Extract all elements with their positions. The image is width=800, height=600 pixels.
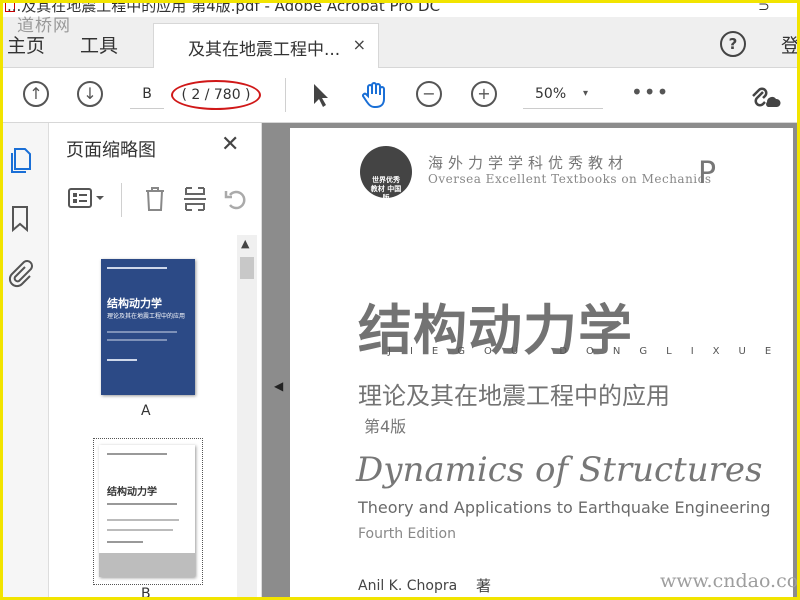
main-toolbar: ↑ ↓ B ( 2 / 780 ) − + 50% ▾ ••• <box>3 68 797 123</box>
series-title-cn: 海外力学学科优秀教材 <box>428 154 629 172</box>
watermark-bottom-right: www.cndao.com <box>660 570 799 592</box>
watermark-top-left: 道桥网 <box>17 16 71 36</box>
thumbnails-scrollbar[interactable]: ▲ <box>237 235 257 597</box>
toolbar-divider <box>285 78 286 112</box>
pages-icon[interactable] <box>9 147 33 175</box>
bookmark-icon[interactable] <box>10 205 30 233</box>
select-arrow-icon[interactable] <box>311 82 331 108</box>
pdf-page: 世界优秀教材 中国版 海外力学学科优秀教材 Oversea Excellent … <box>290 128 793 597</box>
scroll-up-icon[interactable]: ▲ <box>241 237 249 250</box>
tab-document[interactable]: 及其在地震工程中... × <box>153 23 379 69</box>
previous-page-button[interactable]: ↑ <box>23 81 49 107</box>
series-title-en: Oversea Excellent Textbooks on Mechanics <box>428 172 712 186</box>
thumbnails-toolbar-divider <box>121 183 122 217</box>
rotate-page-icon[interactable] <box>223 185 249 213</box>
attachment-icon[interactable] <box>7 259 33 289</box>
thumbnail-subtitle: 理论及其在地震工程中的应用 <box>107 313 186 320</box>
thumbnails-toolbar <box>63 181 246 217</box>
zoom-out-button[interactable]: − <box>416 81 442 107</box>
author-suffix: 著 <box>476 577 492 595</box>
thumbnail-text-line <box>107 519 179 521</box>
share-link-icon[interactable] <box>749 82 781 108</box>
tab-tools[interactable]: 工具 <box>80 31 118 58</box>
thumbnail-title: 结构动力学 <box>107 297 162 310</box>
thumbnail-header-line <box>107 267 167 269</box>
sign-in-link[interactable]: 登 <box>781 31 797 58</box>
extract-pages-icon[interactable] <box>183 185 207 213</box>
zoom-value: 50% <box>535 86 567 102</box>
thumbnail-text-line <box>107 331 177 333</box>
close-panel-icon[interactable]: ✕ <box>221 132 239 157</box>
logo-text: 世界优秀教材 中国版 <box>370 176 402 202</box>
hand-tool-icon[interactable] <box>360 80 390 110</box>
tab-document-label: 及其在地震工程中... <box>188 40 341 60</box>
zoom-level-select[interactable]: 50% ▾ <box>523 80 603 109</box>
page-thumbnails-panel: 页面缩略图 ✕ ▲ 结构动力学 理论及其在地震工程中的应用 A 结构动力学 B <box>49 123 262 597</box>
thumbnail-header-line <box>107 453 167 455</box>
book-title-pinyin: JIEGOU DONGLIXUE <box>388 346 791 357</box>
series-logo: 世界优秀教材 中国版 <box>360 146 412 202</box>
book-title-en: Dynamics of Structures <box>356 450 763 490</box>
thumbnail-page-b[interactable]: 结构动力学 <box>99 445 195 577</box>
thumbnail-text-line <box>107 359 137 361</box>
scrollbar-thumb[interactable] <box>240 257 254 279</box>
next-page-button[interactable]: ↓ <box>77 81 103 107</box>
thumbnail-label-b: B <box>141 586 151 600</box>
zoom-in-button[interactable]: + <box>471 81 497 107</box>
window-close-icon[interactable]: ⊃ <box>758 3 770 15</box>
screenshot-frame: ...及其在地震工程中的应用 第4版.pdf - Adobe Acrobat P… <box>0 0 800 600</box>
edition-en: Fourth Edition <box>358 526 456 542</box>
collapse-panel-icon[interactable]: ◀ <box>274 379 283 393</box>
book-subtitle-cn: 理论及其在地震工程中的应用 <box>358 382 670 410</box>
thumbnail-title: 结构动力学 <box>107 487 157 498</box>
help-icon[interactable]: ? <box>720 31 746 57</box>
document-view[interactable]: ◀ 世界优秀教材 中国版 海外力学学科优秀教材 Oversea Excellen… <box>262 123 797 597</box>
thumbnail-page-a[interactable]: 结构动力学 理论及其在地震工程中的应用 <box>101 259 195 395</box>
thumbnail-options-icon[interactable] <box>67 187 107 211</box>
book-subtitle-en: Theory and Applications to Earthquake En… <box>358 498 771 517</box>
edition-cn: 第4版 <box>364 417 407 436</box>
author-name: Anil K. Chopra <box>358 578 458 594</box>
thumbnail-text-line <box>107 541 143 543</box>
thumbnails-panel-title: 页面缩略图 <box>66 140 156 161</box>
thumbnail-text-line <box>107 503 177 505</box>
tab-close-icon[interactable]: × <box>353 35 366 54</box>
window-title-bar: ...及其在地震工程中的应用 第4版.pdf - Adobe Acrobat P… <box>3 3 797 17</box>
window-title: ...及其在地震工程中的应用 第4版.pdf - Adobe Acrobat P… <box>7 3 441 15</box>
trash-icon[interactable] <box>143 185 167 213</box>
thumbnail-label-a: A <box>141 403 151 419</box>
tab-bar: 主页 工具 及其在地震工程中... × ? 登 <box>3 17 797 69</box>
chevron-down-icon: ▾ <box>583 88 589 99</box>
thumbnail-text-line <box>107 529 173 531</box>
page-count-highlighted: ( 2 / 780 ) <box>171 80 261 110</box>
publisher-logo: P <box>698 156 717 191</box>
thumbnail-text-line <box>107 339 167 341</box>
thumbnail-footer-band <box>99 553 195 577</box>
page-number-input[interactable]: B <box>130 80 164 109</box>
more-tools-icon[interactable]: ••• <box>631 80 669 104</box>
left-navigation-rail <box>3 123 49 597</box>
